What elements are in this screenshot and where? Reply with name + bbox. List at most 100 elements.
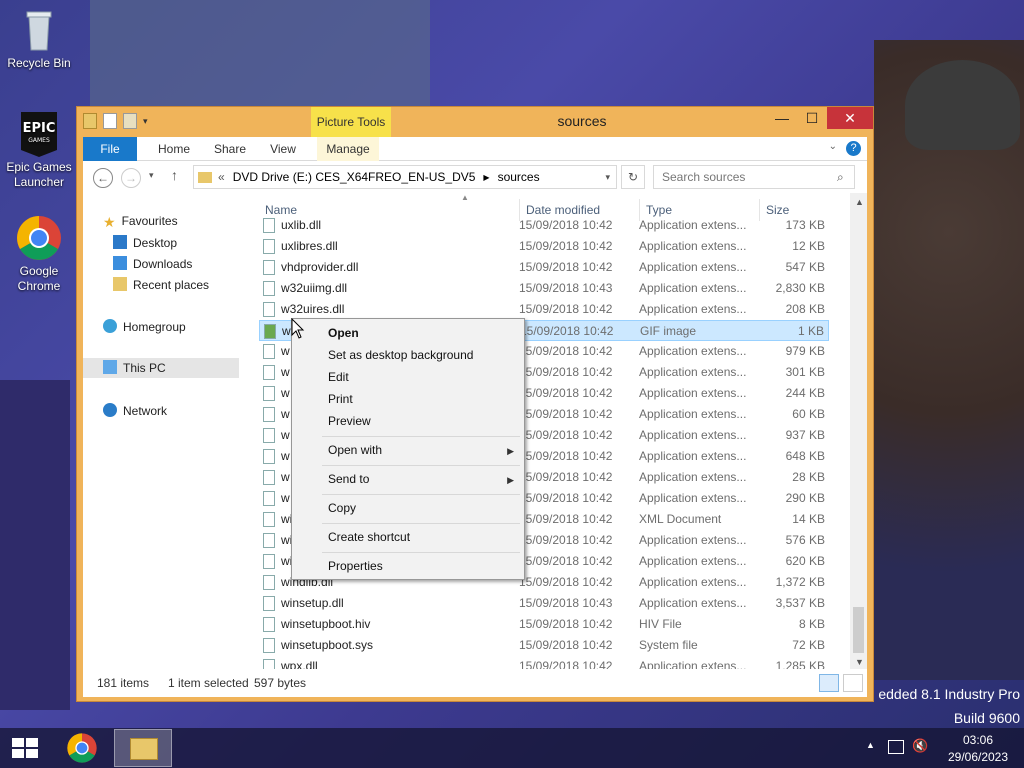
tab-home[interactable]: Home [147,137,201,161]
desktop-icon-recycle-bin[interactable]: Recycle Bin [1,6,77,71]
nav-this-pc[interactable]: This PC [83,358,239,378]
help-icon[interactable]: ? [846,141,861,156]
table-row[interactable]: winsetup.dll 15/09/2018 10:43 Application … [259,593,829,614]
desktop-icon-epic-games[interactable]: EPIC GAMES Epic Games Launcher [1,110,77,190]
menu-item-properties[interactable]: Properties [328,556,383,576]
clock-time[interactable]: 03:06 [940,733,1016,747]
cell-name: winsetup.dll [281,596,344,610]
table-row[interactable]: vhdprovider.dll 15/09/2018 10:42 Applicati… [259,257,829,278]
cell-size: 620 KB [785,554,825,568]
taskbar-explorer-button[interactable] [114,729,172,767]
title-bar[interactable]: ▾ Picture Tools sources — ☐ ✕ [77,107,873,137]
search-input[interactable]: Search sources [653,165,855,189]
close-button[interactable]: ✕ [827,107,873,129]
cell-size: 14 KB [792,512,825,526]
nav-network[interactable]: Network [103,401,167,421]
expand-ribbon-icon[interactable]: ⌄ [829,141,837,152]
table-row[interactable]: winsetupboot.hiv 15/09/2018 10:42 HIV File… [259,614,829,635]
start-button[interactable] [12,738,38,758]
address-overflow[interactable]: « [218,170,225,184]
status-item-count: 181 items [97,676,150,690]
menu-item-open-with[interactable]: Open with [328,440,382,460]
maximize-button[interactable]: ☐ [797,107,827,129]
refresh-button[interactable]: ↻ [621,165,645,189]
up-button[interactable]: ↑ [171,167,178,183]
table-row[interactable]: wpx.dll 15/09/2018 10:42 Application exten… [259,656,829,669]
file-icon [263,449,275,464]
chevron-down-icon[interactable]: ▾ [143,113,153,129]
desktop-icon [113,235,127,249]
nav-recent-places[interactable]: Recent places [113,275,209,295]
details-view-button[interactable] [819,674,839,692]
vertical-scrollbar[interactable]: ▲ ▼ [850,193,867,669]
cell-name: w [281,449,290,463]
large-icons-view-button[interactable] [843,674,863,692]
menu-item-open[interactable]: Open [328,323,359,343]
navigation-pane: ★ Favourites Desktop Downloads Recent pla… [83,193,255,669]
forward-button[interactable]: → [121,168,141,188]
cell-name: w [281,470,290,484]
cell-size: 290 KB [785,491,825,505]
tab-file[interactable]: File [83,137,137,161]
address-dropdown-icon[interactable]: ▾ [605,172,610,183]
table-row[interactable]: w32uiimg.dll 15/09/2018 10:43 Application … [259,278,829,299]
file-icon [263,575,275,590]
breadcrumb-drive[interactable]: DVD Drive (E:) CES_X64FREO_EN-US_DV5 [233,170,476,184]
show-hidden-icons-icon[interactable]: ▲ [866,740,875,750]
cell-type: System file [639,638,698,652]
table-row[interactable]: uxlibres.dll 15/09/2018 10:42 Application … [259,236,829,257]
scroll-down-arrow[interactable]: ▼ [855,657,864,667]
network-tray-icon[interactable] [888,740,904,754]
tab-view[interactable]: View [259,137,307,161]
new-folder-icon[interactable] [123,113,137,129]
desktop-icon-chrome[interactable]: Google Chrome [1,214,77,294]
table-row[interactable]: uxlib.dll 15/09/2018 10:42 Application ext… [259,215,829,236]
nav-homegroup[interactable]: Homegroup [103,317,186,337]
nav-downloads[interactable]: Downloads [113,254,192,274]
file-icon [263,470,275,485]
tab-share[interactable]: Share [205,137,255,161]
cell-name: w [281,491,290,505]
cell-size: 2,830 KB [775,281,825,295]
nav-favourites[interactable]: ★ Favourites [103,211,178,231]
cell-date: 15/09/2018 10:42 [519,554,613,568]
breadcrumb-sources[interactable]: sources [498,170,540,184]
back-button[interactable]: ← [93,168,113,188]
taskbar-chrome-button[interactable] [62,732,102,764]
address-field[interactable]: « DVD Drive (E:) CES_X64FREO_EN-US_DV5 ▶… [193,165,617,189]
tab-manage[interactable]: Manage [317,137,379,161]
menu-item-print[interactable]: Print [328,389,353,409]
cell-size: 547 KB [785,260,825,274]
menu-item-create-shortcut[interactable]: Create shortcut [328,527,410,547]
table-row[interactable]: winsetupboot.sys 15/09/2018 10:42 System f… [259,635,829,656]
sort-indicator-icon: ▲ [461,193,469,202]
cell-type: Application extens... [639,575,747,589]
minimize-button[interactable]: — [767,107,797,129]
cell-name: w [281,407,290,421]
menu-separator [322,465,520,466]
menu-item-set-desktop-background[interactable]: Set as desktop background [328,345,473,365]
cell-date: 15/09/2018 10:42 [519,449,613,463]
properties-icon[interactable] [103,113,117,129]
folder-icon [198,171,212,183]
file-icon [263,533,275,548]
recent-locations-icon[interactable]: ▾ [149,170,154,181]
file-icon [263,344,275,359]
volume-muted-icon[interactable]: 🔇 [912,738,928,754]
file-icon [263,281,275,296]
scroll-thumb[interactable] [853,607,864,653]
menu-item-send-to[interactable]: Send to [328,469,369,489]
menu-item-edit[interactable]: Edit [328,367,349,387]
nav-desktop[interactable]: Desktop [113,233,177,253]
table-row[interactable]: w32uires.dll 15/09/2018 10:42 Application … [259,299,829,320]
cell-name: uxlib.dll [281,218,322,232]
menu-item-copy[interactable]: Copy [328,498,356,518]
menu-separator [322,436,520,437]
wallpaper-building [90,0,430,110]
cell-size: 1,372 KB [775,575,825,589]
scroll-up-arrow[interactable]: ▲ [855,197,864,207]
clock-date[interactable]: 29/06/2023 [940,750,1016,764]
cell-type: Application extens... [639,281,747,295]
menu-item-preview[interactable]: Preview [328,411,371,431]
cell-date: 15/09/2018 10:43 [519,281,613,295]
